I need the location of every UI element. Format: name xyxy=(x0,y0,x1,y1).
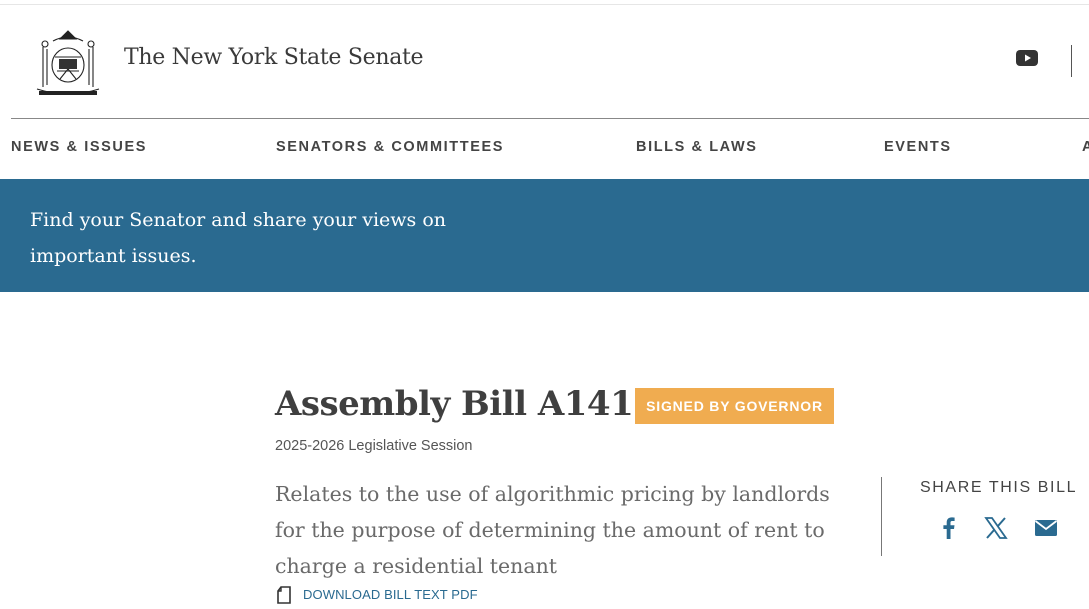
nav-item-news-issues[interactable]: NEWS & ISSUES xyxy=(11,139,147,155)
facebook-icon[interactable] xyxy=(936,515,962,541)
legislative-session: 2025-2026 Legislative Session xyxy=(275,438,473,454)
find-senator-banner[interactable]: Find your Senator and share your views o… xyxy=(0,179,1089,292)
site-header: The New York State Senate xyxy=(0,5,1089,118)
site-title[interactable]: The New York State Senate xyxy=(124,45,424,70)
nav-item-truncated[interactable]: A xyxy=(1082,139,1089,155)
bill-summary: Relates to the use of algorithmic pricin… xyxy=(275,482,830,578)
main-nav: NEWS & ISSUES SENATORS & COMMITTEES BILL… xyxy=(0,119,1089,179)
youtube-icon[interactable] xyxy=(1016,50,1038,66)
nys-seal-icon xyxy=(36,30,100,95)
header-divider xyxy=(1071,45,1072,77)
download-label: DOWNLOAD BILL TEXT PDF xyxy=(303,587,478,602)
email-icon[interactable] xyxy=(1033,515,1059,541)
document-icon xyxy=(277,586,291,604)
nav-item-events[interactable]: EVENTS xyxy=(884,139,952,155)
x-twitter-icon[interactable] xyxy=(983,515,1009,541)
bill-title: Assembly Bill A1417 xyxy=(275,384,657,424)
nav-item-senators-committees[interactable]: SENATORS & COMMITTEES xyxy=(276,139,504,155)
nav-item-bills-laws[interactable]: BILLS & LAWS xyxy=(636,139,758,155)
status-badge: SIGNED BY GOVERNOR xyxy=(635,388,834,424)
banner-text: Find your Senator and share your views o… xyxy=(30,209,447,267)
share-divider xyxy=(881,477,882,556)
share-title: SHARE THIS BILL xyxy=(920,479,1078,496)
